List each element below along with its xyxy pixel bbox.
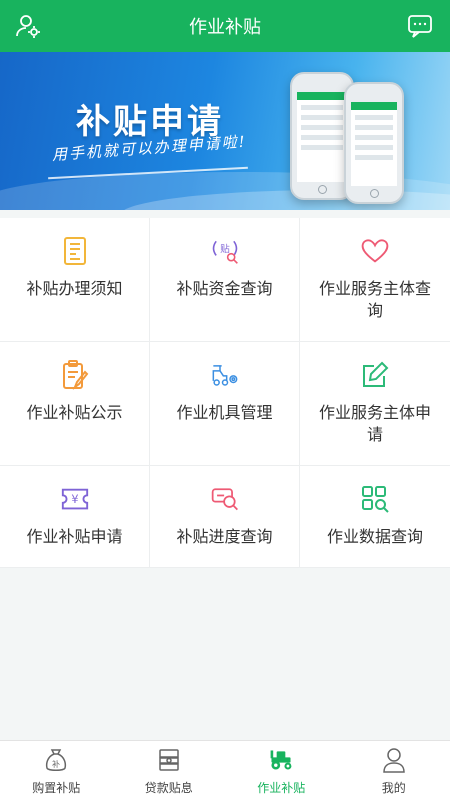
user-settings-button[interactable] bbox=[12, 10, 44, 42]
svg-text:补: 补 bbox=[52, 759, 60, 769]
header-bar: 作业补贴 bbox=[0, 0, 450, 52]
tab-operation-subsidy[interactable]: 作业补贴 bbox=[225, 741, 338, 800]
clipboard-edit-icon bbox=[62, 360, 88, 390]
tab-label: 作业补贴 bbox=[257, 781, 306, 795]
yen-ticket-icon: ¥ bbox=[61, 488, 88, 510]
promo-banner[interactable]: 补贴申请 用手机就可以办理申请啦! bbox=[0, 52, 450, 210]
edit-square-icon bbox=[363, 361, 389, 387]
user-settings-icon bbox=[16, 15, 40, 38]
grid-item-label: 作业服务主体查询 bbox=[318, 279, 431, 320]
function-grid: 补贴办理须知 贴 补贴资金查询 作业服务主体查询 作业补贴公示 作业机具管理 作… bbox=[0, 218, 450, 568]
grid-item-service-entity-apply[interactable]: 作业服务主体申请 bbox=[300, 342, 450, 466]
data-grid-search-icon bbox=[362, 486, 389, 513]
notice-doc-icon bbox=[63, 237, 86, 265]
tractor-icon bbox=[270, 750, 292, 770]
grid-item-label: 补贴进度查询 bbox=[176, 527, 273, 546]
tab-loan-interest[interactable]: 贷款贴息 bbox=[113, 741, 226, 800]
phone-illustration bbox=[344, 82, 404, 204]
grid-item-subsidy-notice[interactable]: 补贴办理须知 bbox=[0, 218, 150, 342]
grid-item-service-entity-query[interactable]: 作业服务主体查询 bbox=[300, 218, 450, 342]
svg-text:贴: 贴 bbox=[220, 242, 230, 255]
page-title: 作业补贴 bbox=[189, 17, 261, 38]
money-bag-icon: 补 bbox=[46, 749, 67, 771]
grid-item-label: 作业机具管理 bbox=[176, 403, 273, 422]
grid-item-data-query[interactable]: 作业数据查询 bbox=[300, 466, 450, 568]
grid-item-subsidy-publicity[interactable]: 作业补贴公示 bbox=[0, 342, 150, 466]
heart-icon bbox=[361, 239, 389, 263]
svg-text:¥: ¥ bbox=[71, 493, 78, 506]
forklift-gear-icon bbox=[212, 365, 237, 386]
grid-item-machine-management[interactable]: 作业机具管理 bbox=[150, 342, 300, 466]
bottom-tab-bar: 补 购置补贴 贷款贴息 作业补贴 我的 bbox=[0, 740, 450, 800]
grid-item-label: 作业补贴申请 bbox=[26, 527, 123, 546]
tab-label: 我的 bbox=[381, 781, 406, 795]
grid-item-fund-query[interactable]: 贴 补贴资金查询 bbox=[150, 218, 300, 342]
message-icon bbox=[408, 15, 432, 38]
tab-label: 购置补贴 bbox=[32, 781, 81, 795]
cash-stack-icon bbox=[159, 749, 179, 771]
tab-purchase-subsidy[interactable]: 补 购置补贴 bbox=[0, 741, 113, 800]
grid-item-label: 作业服务主体申请 bbox=[318, 403, 431, 444]
person-icon bbox=[382, 748, 405, 773]
message-button[interactable] bbox=[404, 10, 436, 42]
grid-item-label: 作业补贴公示 bbox=[26, 403, 123, 422]
tab-mine[interactable]: 我的 bbox=[338, 741, 450, 800]
grid-item-label: 补贴办理须知 bbox=[26, 279, 123, 298]
grid-item-subsidy-apply[interactable]: ¥ 作业补贴申请 bbox=[0, 466, 150, 568]
subsidy-search-icon: 贴 bbox=[212, 240, 238, 264]
tab-label: 贷款贴息 bbox=[144, 781, 193, 795]
progress-search-icon bbox=[211, 488, 238, 511]
grid-item-progress-query[interactable]: 补贴进度查询 bbox=[150, 466, 300, 568]
grid-item-label: 补贴资金查询 bbox=[176, 279, 273, 298]
grid-item-label: 作业数据查询 bbox=[326, 527, 423, 546]
